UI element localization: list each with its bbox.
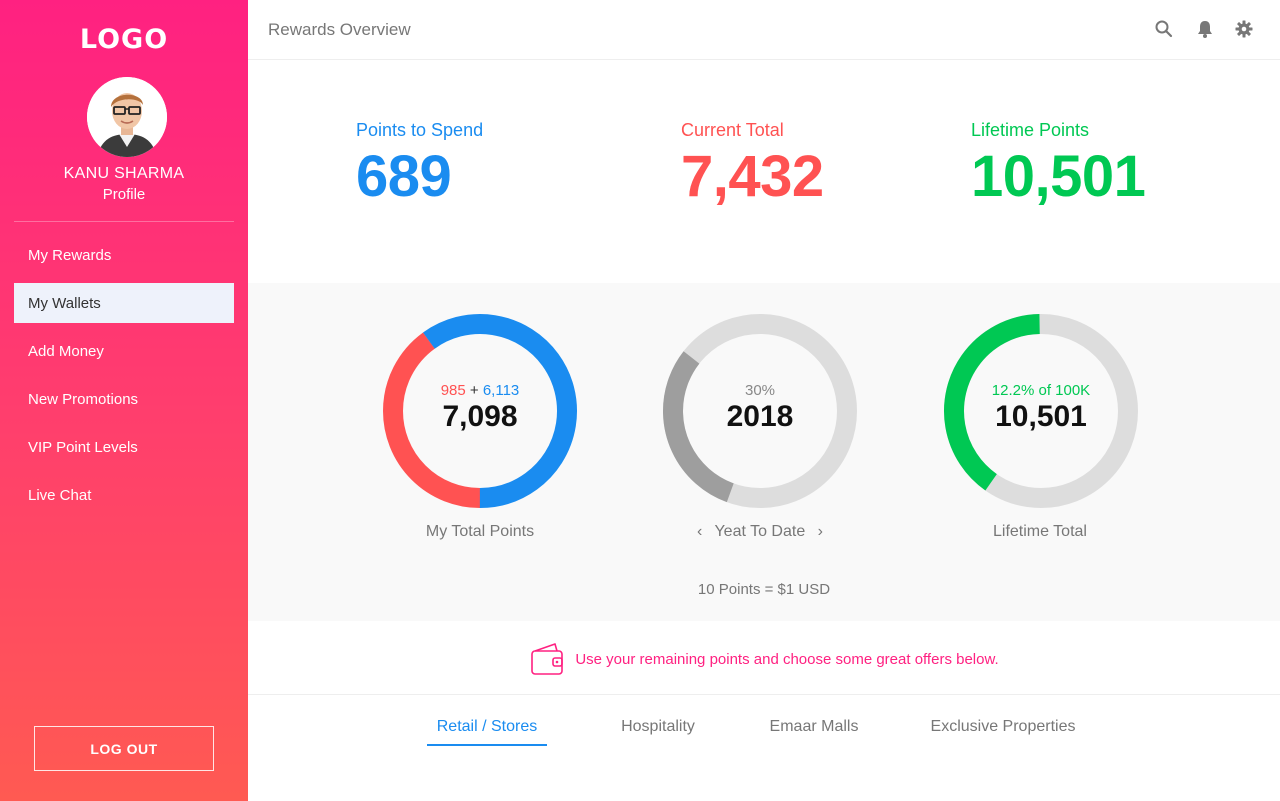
avatar-image xyxy=(87,77,167,157)
total-points-donut: 985 + 6,113 7,098 xyxy=(382,313,578,509)
charts-panel: 985 + 6,113 7,098 My Total Points 30% 20… xyxy=(248,283,1280,621)
bell-icon[interactable] xyxy=(1195,19,1215,39)
stat-label: Lifetime Points xyxy=(971,120,1090,140)
sidebar-item-my-rewards[interactable]: My Rewards xyxy=(14,235,234,275)
header: Rewards Overview xyxy=(248,0,1280,60)
tab-retail-stores[interactable]: Retail / Stores xyxy=(427,718,547,746)
tab-hospitality[interactable]: Hospitality xyxy=(608,718,708,746)
stat-current-total: Current Total 7,432 xyxy=(681,120,824,210)
donut-center: 30% 2018 xyxy=(662,313,858,509)
stat-value: 10,501 xyxy=(971,144,1146,209)
section-divider xyxy=(248,694,1280,695)
donut-value: 2018 xyxy=(726,400,794,433)
chevron-right-icon[interactable]: › xyxy=(818,523,823,540)
donut-center: 985 + 6,113 7,098 xyxy=(382,313,578,509)
breakdown-blue: 6,113 xyxy=(482,382,520,399)
donut-caption: Lifetime Total xyxy=(993,523,1087,540)
tab-emaar-malls[interactable]: Emaar Malls xyxy=(759,718,869,746)
promo-text: Use your remaining points and choose som… xyxy=(575,650,999,668)
breakdown-red: 985 xyxy=(440,382,466,399)
sidebar-menu: My Rewards My Wallets Add Money New Prom… xyxy=(14,235,234,523)
page-title: Rewards Overview xyxy=(268,20,411,39)
year-to-date-caption: ‹ Yeat To Date › xyxy=(650,523,870,541)
gear-icon[interactable] xyxy=(1234,19,1254,39)
donut-value: 10,501 xyxy=(995,400,1087,433)
sidebar-item-my-wallets[interactable]: My Wallets xyxy=(14,283,234,323)
sidebar-item-new-promotions[interactable]: New Promotions xyxy=(14,379,234,419)
wallet-icon xyxy=(531,643,564,675)
avatar[interactable] xyxy=(87,77,167,157)
donut-value: 7,098 xyxy=(442,400,518,433)
stat-value: 7,432 xyxy=(681,144,824,209)
stat-points-to-spend: Points to Spend 689 xyxy=(356,120,483,210)
donut-center: 12.2% of 100K 10,501 xyxy=(943,313,1139,509)
profile-link[interactable]: Profile xyxy=(0,186,248,203)
points-rate-note: 10 Points = $1 USD xyxy=(697,581,831,598)
promo-banner: Use your remaining points and choose som… xyxy=(248,638,1280,680)
donut-percent: 30% xyxy=(744,382,776,399)
donut-caption: Yeat To Date xyxy=(714,523,806,540)
breakdown-plus: + xyxy=(469,382,479,399)
user-name: KANU SHARMA xyxy=(63,165,185,182)
donut-caption: My Total Points xyxy=(425,523,535,540)
sidebar-item-vip-point-levels[interactable]: VIP Point Levels xyxy=(14,427,234,467)
logo[interactable]: LOGO xyxy=(0,24,248,55)
sidebar-item-add-money[interactable]: Add Money xyxy=(14,331,234,371)
sidebar-item-live-chat[interactable]: Live Chat xyxy=(14,475,234,515)
stat-label: Points to Spend xyxy=(356,120,484,140)
search-icon[interactable] xyxy=(1154,19,1174,39)
sidebar: LOGO KANU SHARMA Profile My Rewards My W… xyxy=(0,0,248,801)
lifetime-total-donut: 12.2% of 100K 10,501 xyxy=(943,313,1139,509)
year-to-date-donut: 30% 2018 xyxy=(662,313,858,509)
donut-breakdown: 985 + 6,113 xyxy=(441,382,520,399)
donut-percent: 12.2% of 100K xyxy=(991,382,1091,399)
stat-label: Current Total xyxy=(681,120,784,140)
chevron-left-icon[interactable]: ‹ xyxy=(697,523,702,540)
stat-value: 689 xyxy=(356,144,452,209)
stat-lifetime-points: Lifetime Points 10,501 xyxy=(971,120,1146,210)
logout-button[interactable]: LOG OUT xyxy=(34,726,214,771)
tab-exclusive-properties[interactable]: Exclusive Properties xyxy=(922,718,1084,746)
sidebar-divider xyxy=(14,221,234,222)
